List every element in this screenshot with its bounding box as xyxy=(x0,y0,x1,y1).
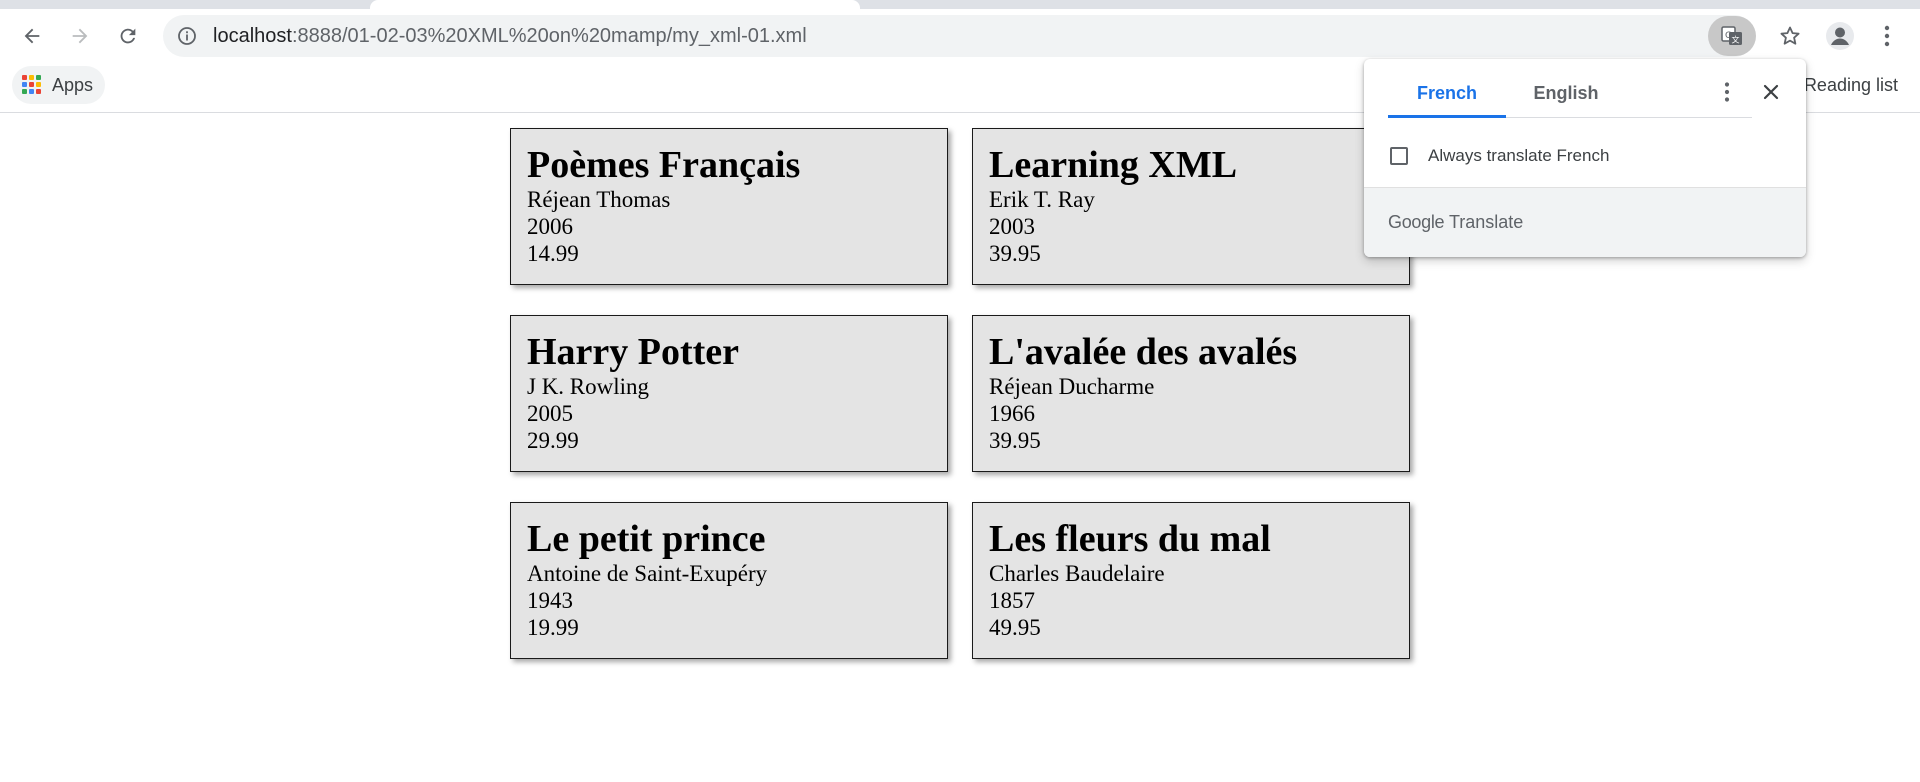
translate-options-button[interactable] xyxy=(1712,77,1742,107)
forward-arrow-icon xyxy=(72,28,88,44)
brand-google: Google xyxy=(1388,212,1445,232)
always-translate-option[interactable]: Always translate French xyxy=(1390,139,1609,173)
book-price: 49.95 xyxy=(989,615,1041,640)
book-card: Harry Potter J K. Rowling 2005 29.99 xyxy=(510,315,948,472)
apps-shortcut[interactable]: Apps xyxy=(12,66,106,104)
book-year: 2005 xyxy=(527,401,573,426)
url-text[interactable]: localhost:8888/01-02-03%20XML%20on%20mam… xyxy=(213,15,807,57)
reading-list-button[interactable]: Reading list xyxy=(1804,63,1898,107)
book-title: Le petit prince xyxy=(527,518,766,560)
book-year: 1857 xyxy=(989,588,1035,613)
apps-grid-icon xyxy=(22,75,42,95)
book-title: L'avalée des avalés xyxy=(989,331,1298,373)
star-icon xyxy=(1780,26,1800,45)
url-host: localhost xyxy=(213,25,292,47)
book-card: Learning XML Erik T. Ray 2003 39.95 xyxy=(972,128,1410,285)
book-year: 2003 xyxy=(989,214,1035,239)
book-author: Réjean Ducharme xyxy=(989,374,1155,399)
reload-button[interactable] xyxy=(112,20,144,52)
back-arrow-icon xyxy=(24,28,40,44)
book-price: 19.99 xyxy=(527,615,579,640)
tab-english[interactable]: English xyxy=(1506,59,1626,118)
translate-close-button[interactable] xyxy=(1756,77,1786,107)
brand-translate: Translate xyxy=(1448,212,1524,232)
always-translate-label: Always translate French xyxy=(1428,146,1610,165)
book-author: Réjean Thomas xyxy=(527,187,671,212)
url-path: :8888/01-02-03%20XML%20on%20mamp/my_xml-… xyxy=(291,25,807,47)
book-title: Poèmes Français xyxy=(527,144,801,186)
address-bar[interactable]: localhost:8888/01-02-03%20XML%20on%20mam… xyxy=(163,15,1800,57)
book-card: L'avalée des avalés Réjean Ducharme 1966… xyxy=(972,315,1410,472)
book-title: Les fleurs du mal xyxy=(989,518,1271,560)
browser-toolbar: localhost:8888/01-02-03%20XML%20on%20mam… xyxy=(0,9,1920,63)
translate-icon: G 文 xyxy=(1721,26,1742,45)
book-card: Le petit prince Antoine de Saint-Exupéry… xyxy=(510,502,948,659)
kebab-menu-icon xyxy=(1724,82,1730,102)
book-year: 1966 xyxy=(989,401,1035,426)
svg-text:文: 文 xyxy=(1732,35,1740,45)
book-author: J K. Rowling xyxy=(527,374,650,399)
translate-footer: Google Translate xyxy=(1364,187,1806,257)
book-card: Poèmes Français Réjean Thomas 2006 14.99 xyxy=(510,128,948,285)
profile-icon xyxy=(1826,22,1854,50)
tab-french[interactable]: French xyxy=(1388,59,1506,118)
book-year: 1943 xyxy=(527,588,573,613)
profile-button[interactable] xyxy=(1822,18,1858,54)
book-price: 14.99 xyxy=(527,241,579,266)
book-year: 2006 xyxy=(527,214,573,239)
book-price: 39.95 xyxy=(989,241,1041,266)
book-author: Erik T. Ray xyxy=(989,187,1095,212)
google-translate-logo: Google Translate xyxy=(1388,212,1523,233)
translate-popup: French English Always translate French G… xyxy=(1364,59,1806,257)
book-author: Charles Baudelaire xyxy=(989,561,1165,586)
active-tab[interactable] xyxy=(370,0,860,9)
info-icon[interactable] xyxy=(177,26,197,46)
book-title: Learning XML xyxy=(989,144,1238,186)
reload-icon xyxy=(120,28,136,44)
always-translate-checkbox[interactable] xyxy=(1390,147,1408,165)
book-card: Les fleurs du mal Charles Baudelaire 185… xyxy=(972,502,1410,659)
translate-button[interactable]: G 文 xyxy=(1708,16,1756,56)
close-icon xyxy=(1763,84,1779,100)
kebab-menu-icon xyxy=(1884,25,1890,47)
back-button[interactable] xyxy=(16,20,48,52)
book-price: 39.95 xyxy=(989,428,1041,453)
apps-label: Apps xyxy=(52,74,94,95)
tab-strip xyxy=(0,0,1920,9)
forward-button[interactable] xyxy=(64,20,96,52)
book-price: 29.99 xyxy=(527,428,579,453)
book-author: Antoine de Saint-Exupéry xyxy=(527,561,768,586)
bookmark-star-button[interactable] xyxy=(1773,19,1807,53)
browser-menu-button[interactable] xyxy=(1872,18,1902,54)
book-title: Harry Potter xyxy=(527,331,740,373)
language-tabs: French English xyxy=(1388,59,1752,118)
